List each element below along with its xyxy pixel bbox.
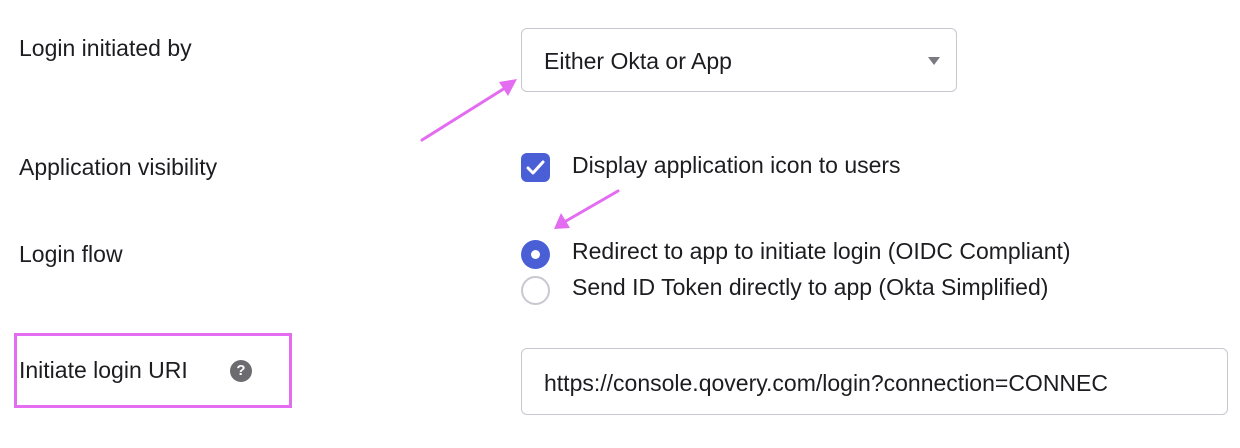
arrow-to-radio bbox=[554, 189, 620, 229]
app-settings-form: Login initiated by Either Okta or App Ap… bbox=[0, 0, 1240, 448]
arrow-to-select bbox=[420, 79, 517, 142]
annotation-arrows bbox=[420, 79, 620, 229]
